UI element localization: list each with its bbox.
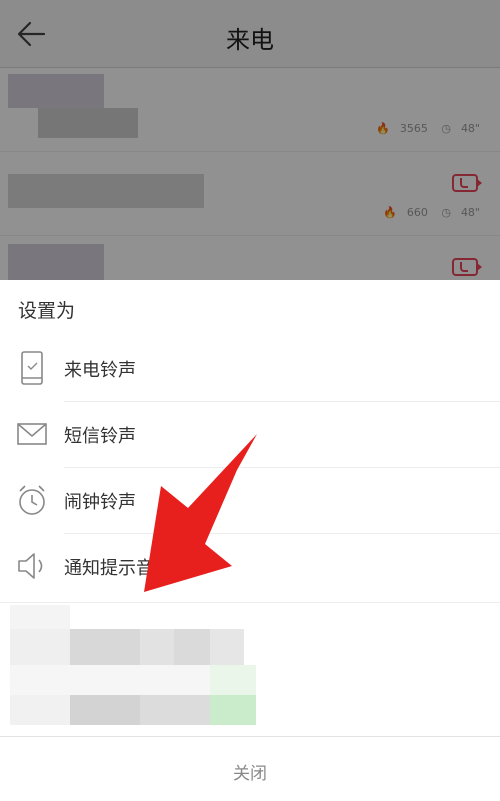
option-label: 通知提示音: [64, 558, 154, 579]
phone-icon: [21, 351, 43, 385]
dim-overlay[interactable]: [0, 0, 500, 280]
blurred-block: [140, 629, 174, 665]
blurred-block: [210, 665, 256, 695]
set-as-sheet: 设置为 来电铃声 短信铃声 闹钟铃声 通知提示音 关闭: [0, 280, 500, 801]
option-notification-sound[interactable]: 通知提示音: [0, 534, 500, 600]
blurred-block: [140, 695, 210, 725]
envelope-icon: [17, 423, 47, 445]
option-label: 闹钟铃声: [64, 492, 136, 513]
blurred-block: [70, 629, 140, 665]
blurred-block: [10, 605, 70, 629]
blurred-ad-banner[interactable]: [0, 602, 500, 736]
sheet-title: 设置为: [18, 300, 76, 322]
option-sms-ringtone[interactable]: 短信铃声: [0, 402, 500, 468]
close-label: 关闭: [233, 764, 267, 784]
option-call-ringtone[interactable]: 来电铃声: [0, 336, 500, 402]
blurred-block: [10, 665, 210, 695]
blurred-block: [210, 695, 256, 725]
blurred-block: [10, 629, 70, 665]
close-button[interactable]: 关闭: [0, 736, 500, 801]
alarm-clock-icon: [19, 485, 45, 515]
blurred-block: [174, 629, 210, 665]
blurred-block: [210, 629, 244, 665]
speaker-icon: [18, 553, 43, 579]
blurred-block: [70, 695, 140, 725]
option-alarm-ringtone[interactable]: 闹钟铃声: [0, 468, 500, 534]
option-label: 来电铃声: [64, 360, 136, 381]
option-label: 短信铃声: [64, 426, 136, 447]
blurred-block: [10, 695, 70, 725]
